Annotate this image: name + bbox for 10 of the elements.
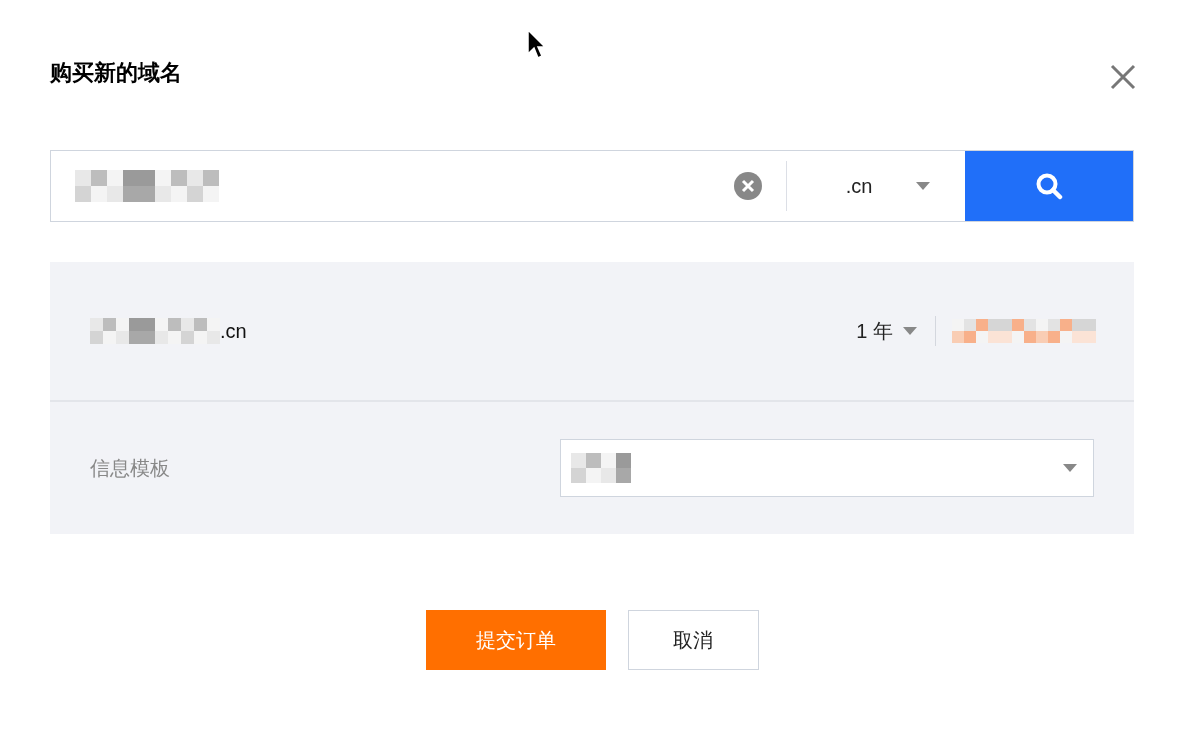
caret-icon [1063,464,1077,472]
dialog-title: 购买新的域名 [50,59,182,87]
close-button[interactable] [1110,64,1136,90]
caret-icon [903,327,917,335]
period-dropdown[interactable]: 1 年 [856,316,936,346]
domain-suffix: .cn [220,319,247,344]
field-label: 信息模板 [90,456,171,481]
pixelated-text-drawing [571,453,631,483]
template-select[interactable] [560,439,1094,497]
cancel-button[interactable]: 取消 [627,610,759,670]
